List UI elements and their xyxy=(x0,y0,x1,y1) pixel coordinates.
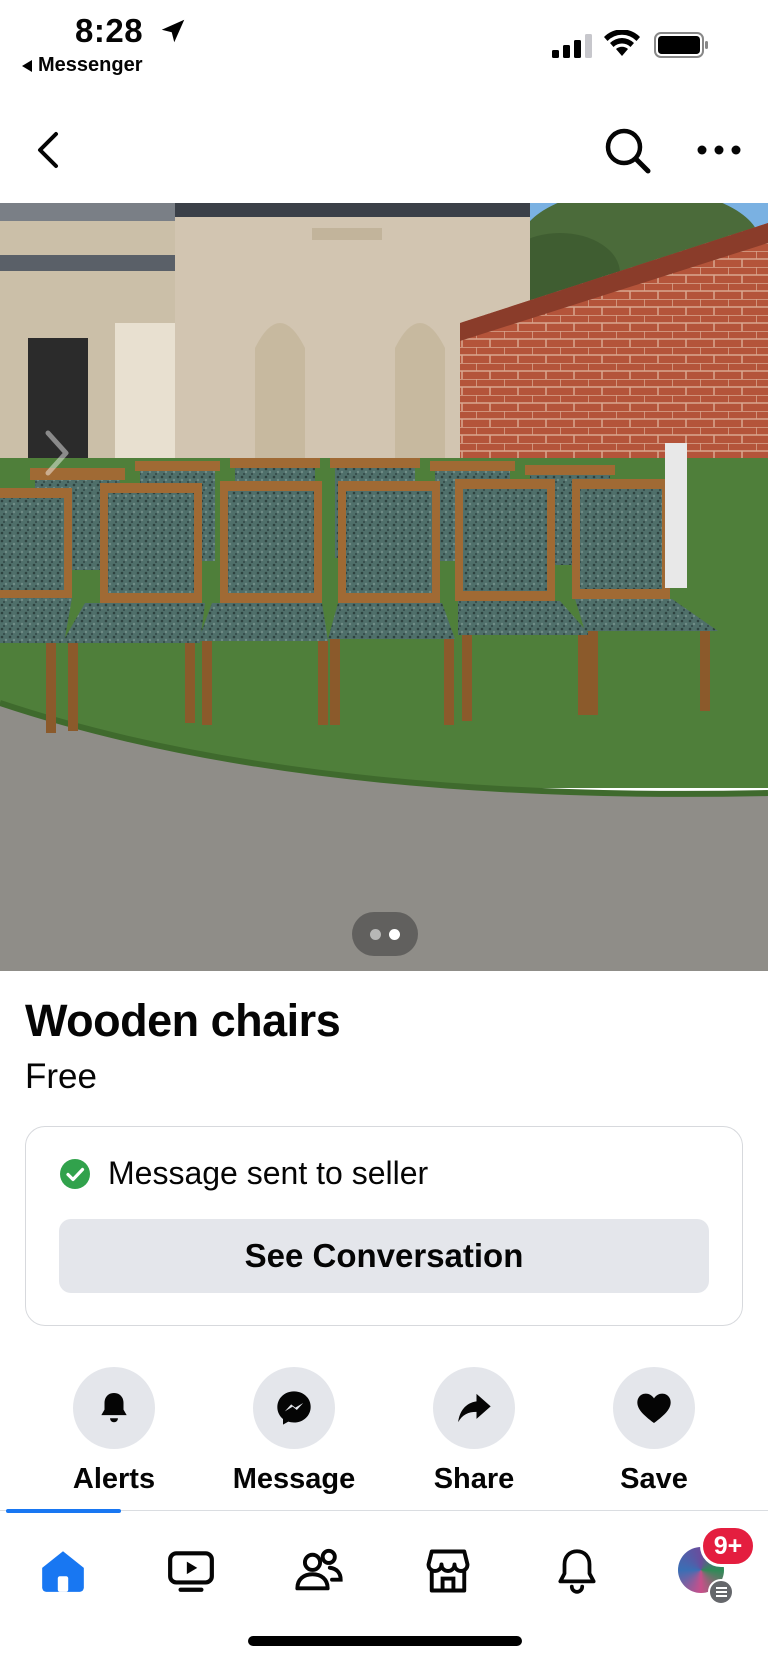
alerts-label: Alerts xyxy=(72,1463,156,1495)
marketplace-icon xyxy=(426,1549,470,1593)
carousel-dot[interactable] xyxy=(370,928,381,940)
tab-notifications[interactable] xyxy=(547,1541,607,1601)
notification-badge: 9+ xyxy=(700,1525,756,1567)
menu-icon[interactable] xyxy=(708,1579,734,1605)
top-navigation xyxy=(0,112,768,188)
home-indicator[interactable] xyxy=(248,1636,522,1646)
back-to-app-link[interactable]: Messenger xyxy=(22,54,143,77)
search-icon[interactable] xyxy=(603,126,653,176)
share-arrow-icon xyxy=(458,1393,491,1423)
location-arrow-icon xyxy=(161,19,185,43)
message-label: Message xyxy=(232,1463,356,1495)
bell-icon xyxy=(101,1392,127,1423)
cellular-signal-icon xyxy=(552,34,592,58)
status-time: 8:28 xyxy=(75,12,144,49)
listing-photo[interactable] xyxy=(0,203,768,971)
home-icon xyxy=(42,1551,84,1592)
messenger-icon xyxy=(277,1391,311,1425)
tab-video[interactable] xyxy=(161,1541,221,1601)
alerts-circle[interactable] xyxy=(73,1367,155,1449)
save-button[interactable]: Save xyxy=(569,1367,739,1496)
active-tab-indicator xyxy=(6,1509,121,1513)
check-circle-icon xyxy=(60,1158,90,1189)
listing-photo-illustration xyxy=(0,203,768,971)
message-sent-card: Message sent to seller See Conversation xyxy=(25,1126,743,1326)
see-conversation-button[interactable]: See Conversation xyxy=(59,1219,709,1293)
share-circle[interactable] xyxy=(433,1367,515,1449)
status-bar: 8:28 Messenger xyxy=(0,0,768,82)
battery-icon xyxy=(654,32,708,58)
friends-icon xyxy=(295,1548,343,1591)
tab-friends[interactable] xyxy=(289,1541,349,1601)
listing-actions: Alerts Message Share Save xyxy=(0,1367,768,1497)
message-status: Message sent to seller xyxy=(60,1155,428,1192)
photo-previous-icon[interactable] xyxy=(18,413,78,493)
notifications-icon xyxy=(558,1549,596,1594)
share-label: Share xyxy=(433,1463,515,1495)
back-app-label: Messenger xyxy=(38,54,143,76)
tab-home[interactable] xyxy=(33,1541,93,1601)
save-circle[interactable] xyxy=(613,1367,695,1449)
message-status-text: Message sent to seller xyxy=(108,1155,429,1191)
share-button[interactable]: Share xyxy=(389,1367,559,1496)
listing-title: Wooden chairs xyxy=(25,995,341,1046)
alerts-button[interactable]: Alerts xyxy=(29,1367,199,1496)
carousel-indicator[interactable] xyxy=(352,912,418,956)
video-icon xyxy=(168,1551,214,1592)
message-circle[interactable] xyxy=(253,1367,335,1449)
message-button[interactable]: Message xyxy=(209,1367,379,1496)
more-horizontal-icon[interactable] xyxy=(694,136,744,164)
chevron-left-icon[interactable] xyxy=(30,128,70,172)
carousel-dot-active[interactable] xyxy=(389,928,400,940)
heart-icon xyxy=(637,1393,671,1423)
wifi-icon xyxy=(604,30,640,56)
tab-marketplace[interactable] xyxy=(418,1541,478,1601)
back-triangle-icon xyxy=(22,59,32,72)
listing-price: Free xyxy=(25,1057,97,1096)
save-label: Save xyxy=(620,1463,688,1495)
